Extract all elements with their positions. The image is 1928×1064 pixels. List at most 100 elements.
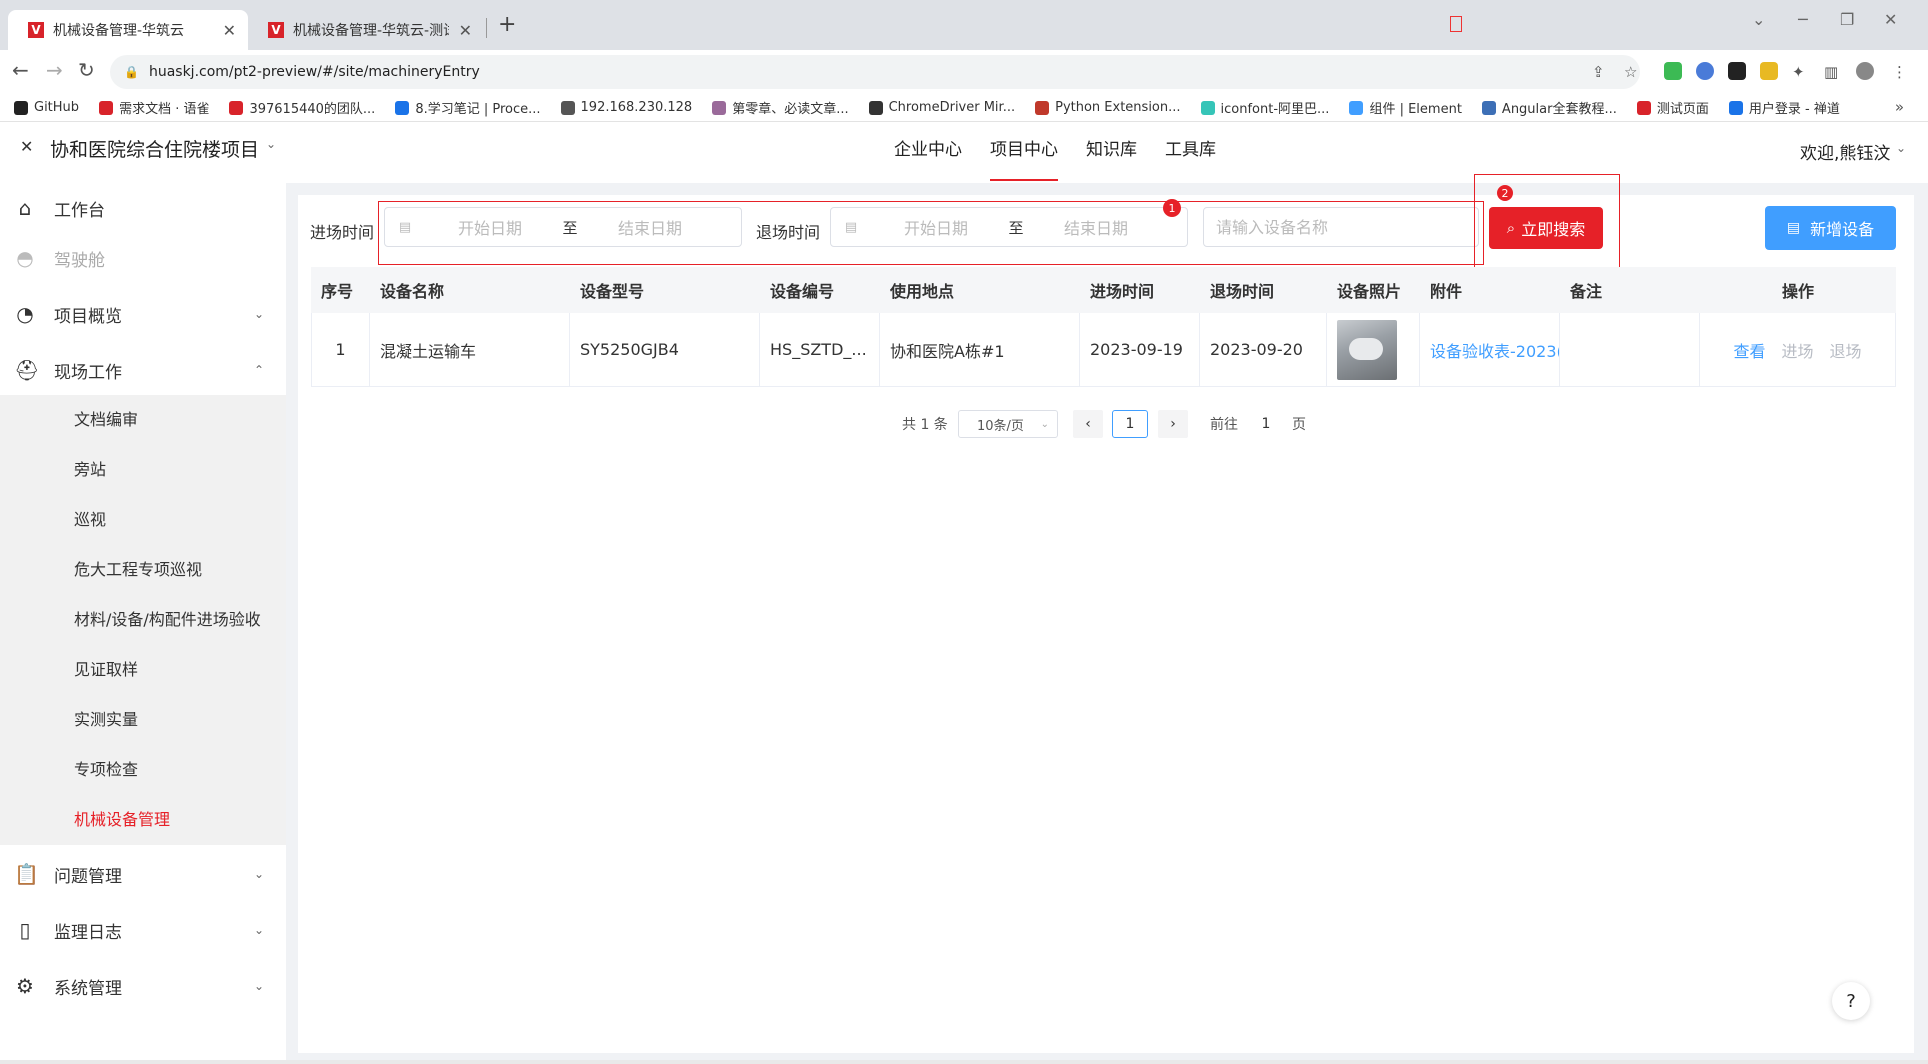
bookmark-label: 组件 | Element	[1369, 102, 1462, 117]
sidebar-subitem[interactable]: 实测实量	[0, 695, 286, 745]
tab-search-chevron-icon[interactable]: ⌄	[1752, 10, 1765, 29]
next-page-button[interactable]: ›	[1158, 410, 1188, 438]
restore-icon[interactable]: ❐	[1840, 10, 1854, 29]
document-add-icon: ▤	[1786, 220, 1801, 236]
sidebar-subitem-machinery[interactable]: 机械设备管理	[0, 795, 286, 845]
cell-attachment: 设备验收表-2023(	[1420, 313, 1560, 386]
close-project-icon[interactable]: ✕	[20, 137, 33, 156]
sidebar-subitem[interactable]: 旁站	[0, 445, 286, 495]
sidebar-item-site-work[interactable]: ⛑ 现场工作 ⌃	[0, 345, 286, 395]
bookmark-item[interactable]: 组件 | Element	[1349, 98, 1462, 117]
cc-icon	[229, 100, 244, 115]
sidebar-item-workbench[interactable]: ⌂ 工作台	[0, 183, 286, 233]
iconfont-icon	[1200, 100, 1215, 115]
bookmark-item[interactable]: ChromeDriver Mir...	[868, 100, 1015, 115]
project-title[interactable]: 协和医院综合住院楼项目	[50, 135, 259, 162]
sidebar-item-system-management[interactable]: ⚙ 系统管理 ⌄	[0, 961, 286, 1011]
cell-index: 1	[311, 313, 370, 386]
bookmark-item[interactable]: 需求文档 · 语雀	[99, 98, 209, 117]
huazhu-favicon-icon: V	[28, 22, 44, 38]
page-size-select[interactable]: 10条/页 ⌄	[958, 410, 1058, 438]
sidebar-item-label: 项目概览	[54, 306, 122, 327]
bookmark-label: 8.学习笔记 | Proce...	[415, 102, 541, 117]
tab-close-icon[interactable]: ✕	[459, 21, 472, 40]
browser-menu-icon[interactable]: ⋮	[1892, 63, 1907, 81]
extension-yellow-icon[interactable]	[1760, 62, 1778, 80]
bookmark-label: 需求文档 · 语雀	[119, 102, 210, 117]
sidebar-subitem[interactable]: 专项检查	[0, 745, 286, 795]
sidebar-subitem[interactable]: 巡视	[0, 495, 286, 545]
prev-page-button[interactable]: ‹	[1073, 410, 1103, 438]
goto-prefix: 前往	[1210, 417, 1238, 433]
on-icon	[395, 100, 410, 115]
bookmark-item[interactable]: Python Extension...	[1035, 100, 1181, 115]
minimize-icon[interactable]: ─	[1798, 10, 1808, 29]
chevron-down-icon: ⌄	[253, 979, 264, 993]
huazhu-icon	[99, 100, 114, 115]
bookmark-item[interactable]: Angular全套教程...	[1481, 98, 1617, 117]
helmet-icon: ⛑	[14, 358, 40, 382]
browser-tab-active[interactable]: V 机械设备管理-华筑云 ✕	[8, 10, 248, 50]
share-icon[interactable]: ⇪	[1592, 63, 1605, 81]
chevron-down-icon[interactable]: ⌄	[1896, 141, 1906, 155]
sidebar-item-supervision-log[interactable]: ▯ 监理日志 ⌄	[0, 905, 286, 955]
sidebar-subitem[interactable]: 见证取样	[0, 645, 286, 695]
bookmark-item[interactable]: 第零章、必读文章...	[712, 98, 849, 117]
nav-knowledge-base[interactable]: 知识库	[1086, 123, 1137, 183]
sidebar-item-issue-management[interactable]: 📋 问题管理 ⌄	[0, 849, 286, 899]
pie-chart-icon: ◔	[16, 302, 34, 326]
forward-icon[interactable]: →	[46, 58, 63, 82]
bookmark-item[interactable]: iconfont-阿里巴...	[1200, 98, 1329, 117]
sidebar-subitem[interactable]: 材料/设备/构配件进场验收	[0, 595, 286, 645]
bookmark-item[interactable]: GitHub	[14, 100, 79, 115]
chevron-up-icon: ⌃	[253, 363, 264, 377]
new-tab-icon[interactable]: +	[498, 12, 516, 37]
extensions-puzzle-icon[interactable]: ✦	[1792, 63, 1805, 81]
browser-tab[interactable]: V 机械设备管理-华筑云-测试 ✕	[248, 10, 484, 50]
extension-shield-icon[interactable]	[1664, 62, 1682, 80]
more-bookmarks-icon[interactable]: »	[1895, 98, 1904, 116]
bookmark-item[interactable]: 测试页面	[1636, 98, 1709, 117]
extension-dark-icon[interactable]	[1728, 62, 1746, 80]
attachment-link[interactable]: 设备验收表-2023(	[1430, 338, 1559, 362]
tab-close-icon[interactable]: ✕	[223, 21, 236, 40]
back-icon[interactable]: ←	[12, 58, 29, 82]
sidebar-item-label: 工作台	[54, 200, 105, 221]
column-header: 设备编号	[770, 282, 835, 301]
address-bar[interactable]: 🔒 huaskj.com/pt2-preview/#/site/machiner…	[110, 55, 1640, 89]
chevron-down-icon[interactable]: ⌄	[266, 137, 276, 151]
side-panel-icon[interactable]: ▥	[1824, 63, 1838, 81]
user-welcome[interactable]: 欢迎,熊钰汶	[1800, 139, 1890, 164]
nav-tool-library[interactable]: 工具库	[1165, 123, 1216, 183]
window-close-icon[interactable]: ✕	[1884, 10, 1897, 29]
sidebar-subitem[interactable]: 文档编审	[0, 395, 286, 445]
annotation-badge-1: 1	[1163, 199, 1181, 217]
sidebar-subitem[interactable]: 危大工程专项巡视	[0, 545, 286, 595]
settings-icon: ⚙	[16, 974, 34, 998]
entry-button[interactable]: 进场	[1781, 338, 1813, 362]
nav-project-center[interactable]: 项目中心	[990, 123, 1058, 183]
goto-page-input[interactable]: 1	[1246, 410, 1286, 438]
cell-photo	[1327, 313, 1420, 386]
column-header: 操作	[1781, 282, 1814, 301]
add-equipment-button[interactable]: ▤ 新增设备	[1765, 206, 1896, 250]
sidebar-item-project-overview[interactable]: ◔ 项目概览 ⌄	[0, 289, 286, 339]
equipment-photo[interactable]	[1337, 319, 1397, 380]
bookmark-star-icon[interactable]: ☆	[1624, 63, 1637, 81]
bookmark-item[interactable]: 397615440的团队...	[229, 98, 375, 117]
bookmark-item[interactable]: 192.168.230.128	[560, 100, 692, 115]
sidebar-item-label: 监理日志	[54, 922, 122, 943]
current-page-button[interactable]: 1	[1112, 410, 1148, 438]
column-header: 附件	[1430, 282, 1463, 301]
bookmark-item[interactable]: 用户登录 - 禅道	[1728, 98, 1840, 117]
profile-avatar-icon[interactable]	[1856, 62, 1874, 80]
help-button[interactable]: ?	[1832, 982, 1870, 1020]
extension-browser-icon[interactable]	[1696, 62, 1714, 80]
lock-icon: 🔒	[124, 65, 139, 79]
column-header: 使用地点	[890, 282, 955, 301]
nav-enterprise-center[interactable]: 企业中心	[894, 123, 962, 183]
view-button[interactable]: 查看	[1733, 338, 1765, 362]
reload-icon[interactable]: ↻	[78, 58, 95, 82]
exit-button[interactable]: 退场	[1830, 338, 1862, 362]
bookmark-item[interactable]: 8.学习笔记 | Proce...	[395, 98, 541, 117]
